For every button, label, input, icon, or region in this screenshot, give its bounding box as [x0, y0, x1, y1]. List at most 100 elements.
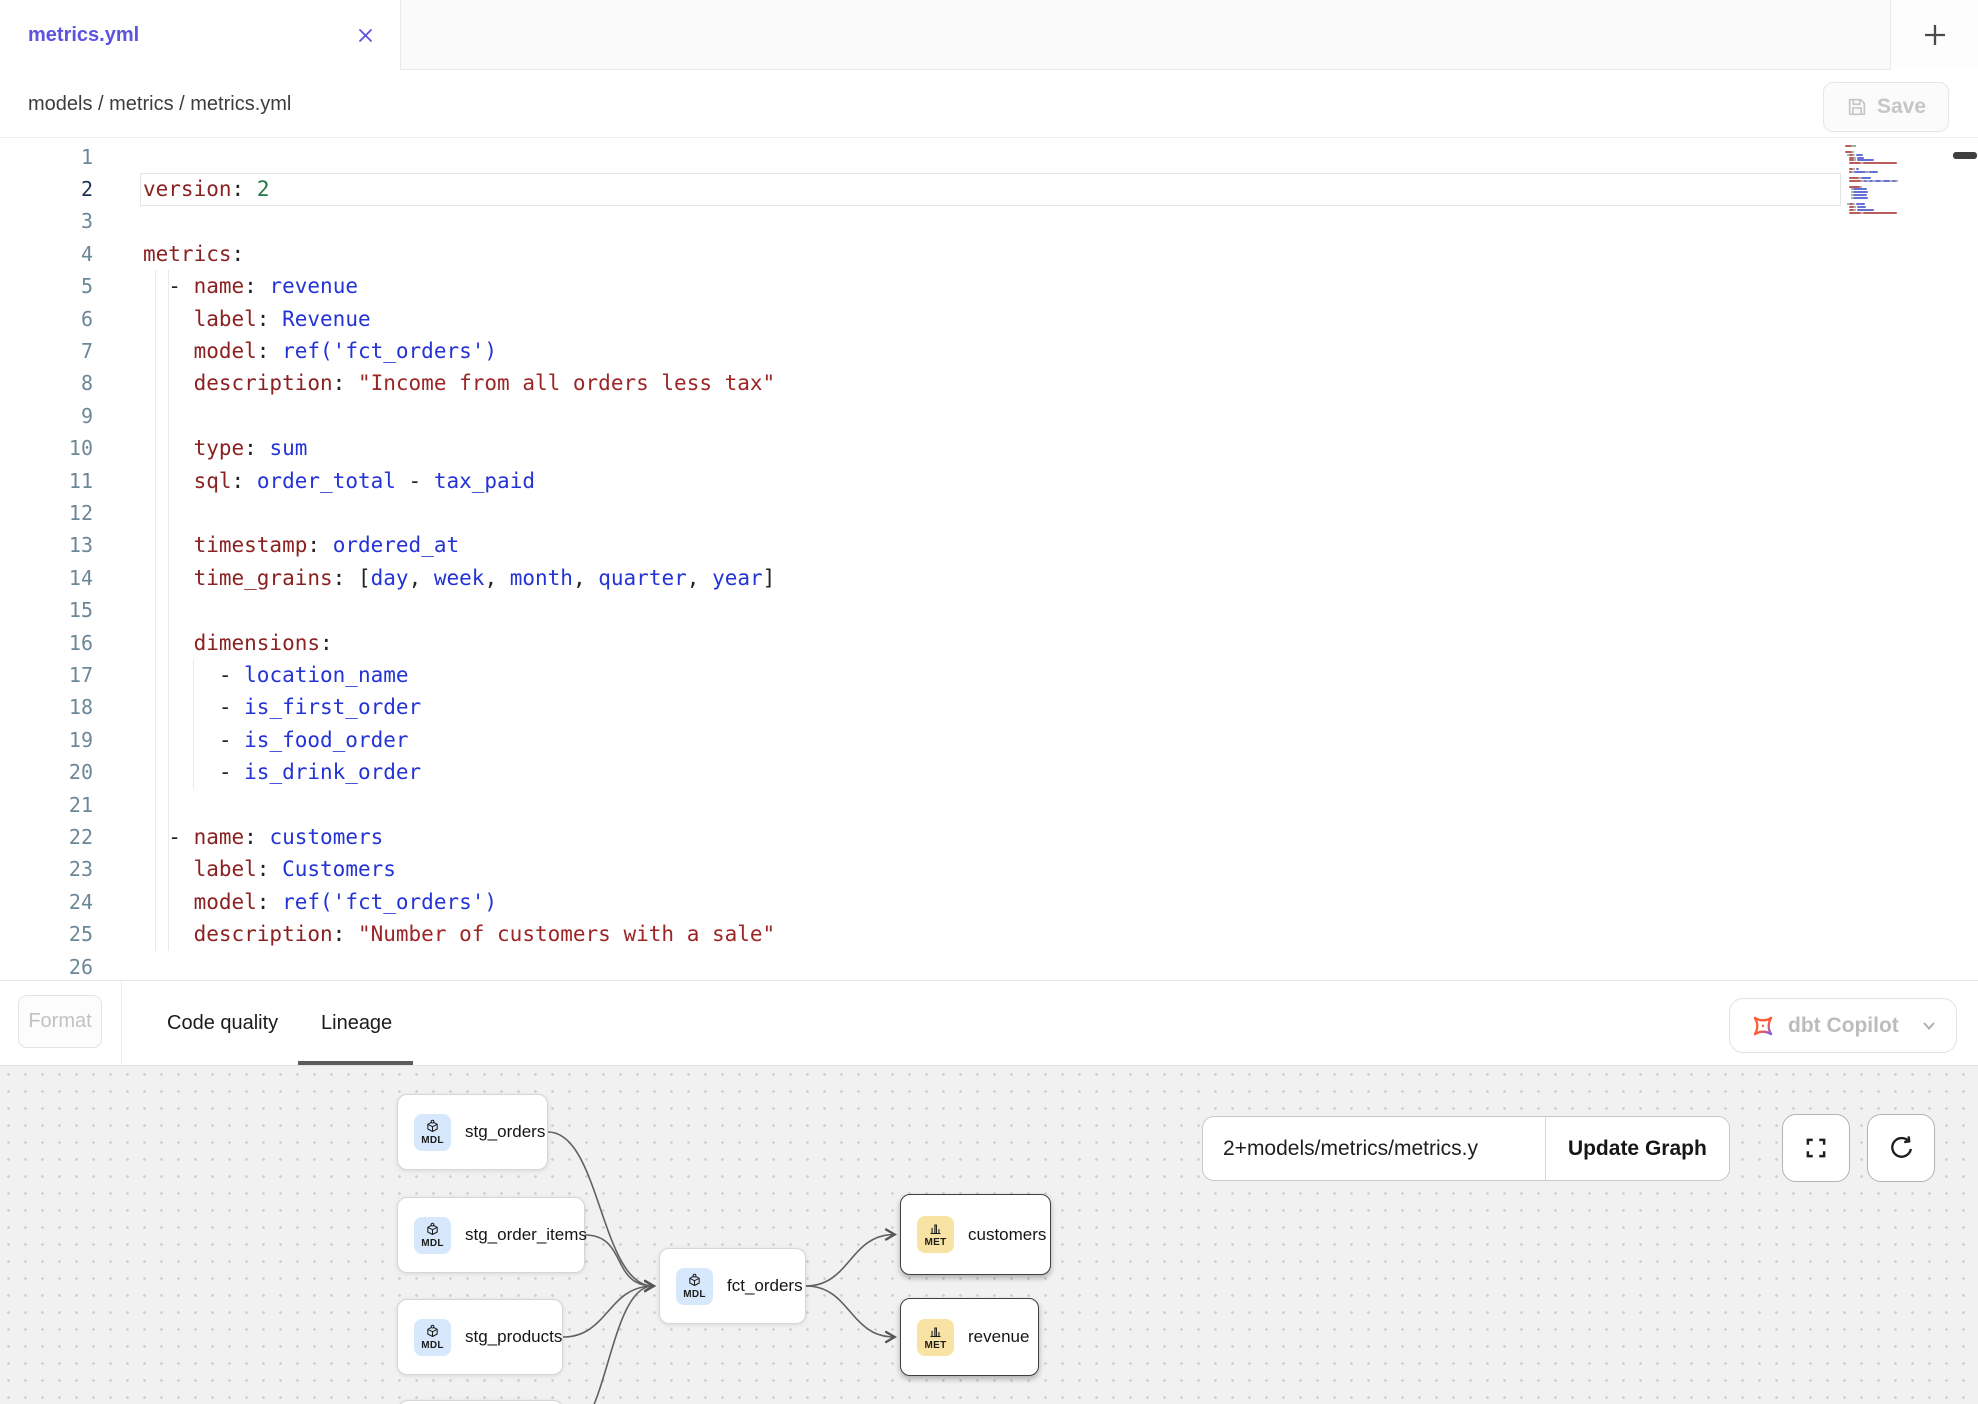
- editor-line[interactable]: 9: [0, 400, 1978, 433]
- node-label: fct_orders: [727, 1276, 803, 1296]
- editor-line[interactable]: 5 - name: revenue: [0, 270, 1978, 303]
- editor-line[interactable]: 8 description: "Income from all orders l…: [0, 367, 1978, 400]
- line-number: 1: [0, 141, 93, 173]
- line-content: - is_drink_order: [143, 756, 421, 788]
- editor-line[interactable]: 22 - name: customers: [0, 821, 1978, 854]
- editor-line[interactable]: 1: [0, 141, 1978, 174]
- editor-line[interactable]: 4 metrics:: [0, 238, 1978, 271]
- editor-line[interactable]: 6 label: Revenue: [0, 303, 1978, 336]
- lineage-search-input[interactable]: [1203, 1117, 1545, 1180]
- editor-line[interactable]: 11 sql: order_total - tax_paid: [0, 465, 1978, 498]
- line-number: 14: [0, 562, 93, 594]
- refresh-button[interactable]: [1867, 1114, 1935, 1182]
- line-number: 20: [0, 756, 93, 788]
- chevron-down-icon: [1920, 1017, 1938, 1035]
- line-number: 24: [0, 886, 93, 918]
- scrollbar-thumb[interactable]: [1953, 152, 1977, 159]
- editor-line[interactable]: 18 - is_first_order: [0, 691, 1978, 724]
- line-content: label: Customers: [143, 853, 396, 885]
- tab-bar: metrics.yml: [0, 0, 1978, 70]
- line-content: - name: revenue: [143, 270, 358, 302]
- line-content: - name: customers: [143, 821, 383, 853]
- copilot-logo-icon: [1750, 1013, 1776, 1039]
- editor-line[interactable]: 14 time_grains: [day, week, month, quart…: [0, 562, 1978, 595]
- lineage-node-stg_order_items[interactable]: MDLstg_order_items: [397, 1197, 585, 1273]
- dbt-copilot-button[interactable]: dbt Copilot: [1729, 998, 1957, 1053]
- line-number: 16: [0, 627, 93, 659]
- lineage-node-stg_products[interactable]: MDLstg_products: [397, 1299, 563, 1375]
- minimap[interactable]: [1845, 142, 1905, 362]
- lineage-node-stg_orders[interactable]: MDL stg_orders: [397, 1094, 548, 1170]
- tab-metrics-yml[interactable]: metrics.yml: [0, 0, 401, 70]
- plus-icon: [1923, 23, 1947, 47]
- close-icon[interactable]: [354, 24, 376, 46]
- node-label: stg_orders: [465, 1122, 545, 1142]
- editor-line[interactable]: 17 - location_name: [0, 659, 1978, 692]
- line-number: 9: [0, 400, 93, 432]
- line-number: 2: [0, 173, 93, 205]
- editor-line[interactable]: 23 label: Customers: [0, 853, 1978, 886]
- node-label: stg_products: [465, 1327, 562, 1347]
- line-number: 23: [0, 853, 93, 885]
- lineage-node-partial_node[interactable]: [398, 1400, 563, 1404]
- tab-code-quality[interactable]: Code quality: [167, 981, 278, 1065]
- fullscreen-icon: [1803, 1135, 1829, 1161]
- line-content: version: 2: [143, 173, 269, 205]
- line-content: label: Revenue: [143, 303, 371, 335]
- editor-footer: Format Code quality Lineage dbt Copilot: [0, 980, 1978, 1065]
- line-content: - location_name: [143, 659, 409, 691]
- line-number: 17: [0, 659, 93, 691]
- footer-divider: [121, 981, 122, 1065]
- line-content: dimensions:: [143, 627, 333, 659]
- editor-line[interactable]: 15: [0, 594, 1978, 627]
- editor-line[interactable]: 21: [0, 789, 1978, 822]
- line-number: 12: [0, 497, 93, 529]
- editor-line[interactable]: 20 - is_drink_order: [0, 756, 1978, 789]
- editor-line[interactable]: 7 model: ref('fct_orders'): [0, 335, 1978, 368]
- line-number: 5: [0, 270, 93, 302]
- editor-line[interactable]: 2 version: 2: [0, 173, 1978, 206]
- lineage-node-revenue[interactable]: MET revenue: [900, 1298, 1039, 1376]
- line-number: 11: [0, 465, 93, 497]
- cube-icon: MDL: [414, 1114, 451, 1151]
- line-content: type: sum: [143, 432, 307, 464]
- save-icon: [1846, 96, 1868, 118]
- line-content: model: ref('fct_orders'): [143, 886, 497, 918]
- lineage-node-fct_orders[interactable]: MDL fct_orders: [659, 1248, 806, 1324]
- editor-line[interactable]: 13 timestamp: ordered_at: [0, 529, 1978, 562]
- metric-chart-icon: MET: [917, 1319, 954, 1356]
- line-number: 26: [0, 951, 93, 980]
- new-tab-button[interactable]: [1891, 0, 1978, 70]
- lineage-node-customers[interactable]: METcustomers: [900, 1194, 1051, 1275]
- editor-line[interactable]: 10 type: sum: [0, 432, 1978, 465]
- editor-line[interactable]: 19 - is_food_order: [0, 724, 1978, 757]
- editor-line[interactable]: 12: [0, 497, 1978, 530]
- line-number: 18: [0, 691, 93, 723]
- node-label: revenue: [968, 1327, 1029, 1347]
- breadcrumb-row: models / metrics / metrics.yml Save: [0, 70, 1978, 138]
- format-button[interactable]: Format: [18, 995, 102, 1048]
- tab-title: metrics.yml: [28, 24, 354, 47]
- line-content: metrics:: [143, 238, 244, 270]
- line-number: 8: [0, 367, 93, 399]
- save-button[interactable]: Save: [1823, 82, 1949, 132]
- editor-line[interactable]: 24 model: ref('fct_orders'): [0, 886, 1978, 919]
- tab-lineage[interactable]: Lineage: [321, 981, 392, 1065]
- line-content: model: ref('fct_orders'): [143, 335, 497, 367]
- editor-line[interactable]: 25 description: "Number of customers wit…: [0, 918, 1978, 951]
- copilot-label: dbt Copilot: [1788, 1014, 1908, 1038]
- line-number: 6: [0, 303, 93, 335]
- line-number: 19: [0, 724, 93, 756]
- editor-line[interactable]: 16 dimensions:: [0, 627, 1978, 660]
- update-graph-button[interactable]: Update Graph: [1545, 1117, 1729, 1180]
- editor-line[interactable]: 3: [0, 205, 1978, 238]
- line-content: description: "Number of customers with a…: [143, 918, 775, 950]
- save-label: Save: [1877, 95, 1926, 119]
- lineage-canvas[interactable]: MDLstg_ordersMDLstg_order_itemsMDLstg_pr…: [0, 1065, 1978, 1404]
- node-label: customers: [968, 1225, 1046, 1245]
- cube-icon: MDL: [676, 1268, 713, 1305]
- code-editor[interactable]: 12version: 234metrics:5 - name: revenue6…: [0, 138, 1978, 980]
- fullscreen-button[interactable]: [1782, 1114, 1850, 1182]
- line-number: 4: [0, 238, 93, 270]
- editor-line[interactable]: 26: [0, 951, 1978, 980]
